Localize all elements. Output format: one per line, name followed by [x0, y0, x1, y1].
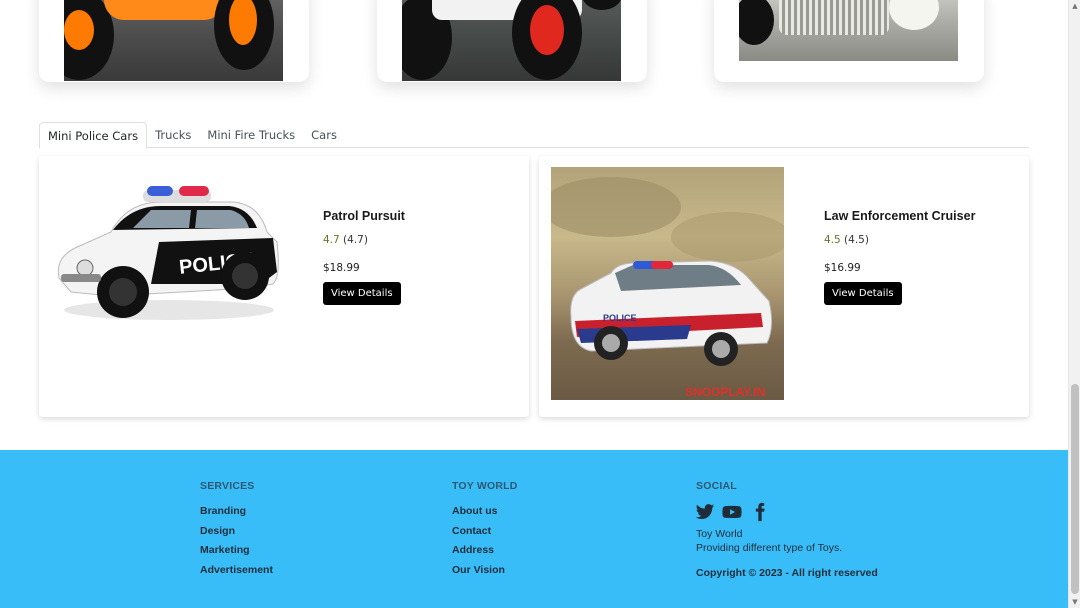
scroll-up-arrow-icon[interactable]: ▲ — [1071, 2, 1079, 10]
footer-link-address[interactable]: Address — [452, 544, 494, 556]
product-price: $16.99 — [824, 262, 861, 274]
product-image: POLICE — [51, 180, 283, 325]
product-card: POLICE Patrol Pursuit 4.7 (4.7) $18.99 V… — [39, 156, 529, 417]
footer-link-our-vision[interactable]: Our Vision — [452, 564, 505, 576]
tab-mini-police-cars[interactable]: Mini Police Cars — [39, 122, 148, 149]
category-tabs: Mini Police Cars Trucks Mini Fire Trucks… — [39, 122, 1029, 149]
car-police-label: POLICE — [603, 313, 637, 323]
tab-trucks[interactable]: Trucks — [147, 122, 199, 148]
tab-cars[interactable]: Cars — [303, 122, 345, 148]
twitter-icon[interactable] — [695, 502, 715, 522]
view-details-button[interactable]: View Details — [824, 282, 902, 305]
scrollbar-thumb[interactable] — [1071, 384, 1079, 594]
footer-copyright: Copyright © 2023 - All right reserved — [696, 567, 878, 579]
top-card-2[interactable] — [377, 0, 647, 82]
page: Mini Police Cars Trucks Mini Fire Trucks… — [0, 0, 1080, 608]
rating-score: 4.7 — [323, 234, 340, 246]
rating-count: (4.5) — [844, 234, 869, 246]
site-footer: SERVICES Branding Design Marketing Adver… — [0, 450, 1068, 608]
services-heading: SERVICES — [200, 480, 255, 492]
rating-score: 4.5 — [824, 234, 841, 246]
watermark-text: SNOOPLAY.IN — [685, 385, 765, 399]
product-rating: 4.7 (4.7) — [323, 234, 368, 246]
police-cruiser-image: POLICE SNOOPLAY.IN — [551, 177, 784, 399]
toy-car-image — [64, 0, 283, 81]
product-card: POLICE SNOOPLAY.IN Law Enforcement Cruis… — [539, 156, 1029, 417]
toy-car-image — [402, 0, 621, 81]
top-card-3[interactable] — [714, 0, 984, 82]
footer-brand: Toy World — [696, 528, 743, 540]
product-name: Law Enforcement Cruiser — [824, 209, 976, 223]
scroll-down-arrow-icon[interactable]: ▼ — [1071, 598, 1079, 606]
product-price: $18.99 — [323, 262, 360, 274]
page-scrollbar[interactable]: ▲ ▼ — [1068, 0, 1080, 608]
rating-count: (4.7) — [343, 234, 368, 246]
police-mini-car-image: POLICE — [57, 186, 279, 320]
facebook-icon[interactable] — [750, 502, 770, 522]
social-heading: SOCIAL — [696, 480, 737, 492]
footer-link-marketing[interactable]: Marketing — [200, 544, 250, 556]
footer-link-branding[interactable]: Branding — [200, 505, 246, 517]
product-rating: 4.5 (4.5) — [824, 234, 869, 246]
tab-mini-fire-trucks[interactable]: Mini Fire Trucks — [199, 122, 303, 148]
product-name: Patrol Pursuit — [323, 209, 405, 223]
footer-link-advertisement[interactable]: Advertisement — [200, 564, 273, 576]
footer-link-about-us[interactable]: About us — [452, 505, 498, 517]
footer-link-contact[interactable]: Contact — [452, 525, 491, 537]
toy-car-image — [739, 0, 958, 61]
footer-tagline: Providing different type of Toys. — [696, 542, 843, 554]
youtube-icon[interactable] — [722, 502, 742, 522]
view-details-button[interactable]: View Details — [323, 282, 401, 305]
toyworld-heading: TOY WORLD — [452, 480, 518, 492]
product-image: POLICE SNOOPLAY.IN — [551, 167, 784, 400]
footer-link-design[interactable]: Design — [200, 525, 235, 537]
top-card-1[interactable] — [39, 0, 309, 82]
